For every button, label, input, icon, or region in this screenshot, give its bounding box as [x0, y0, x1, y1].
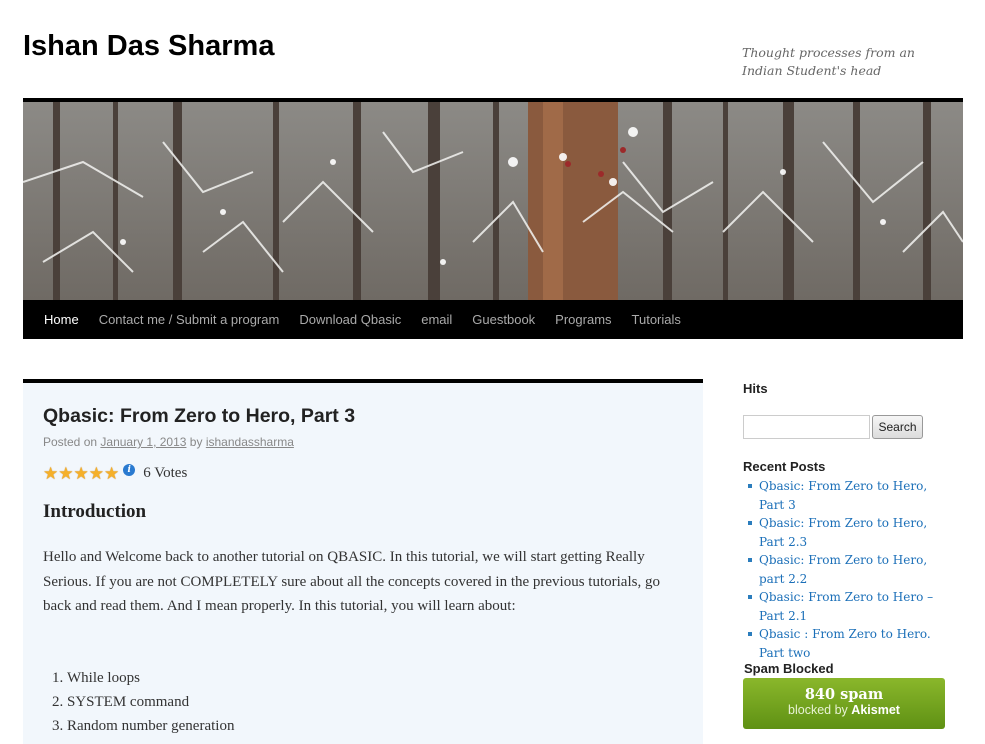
hits-widget-title: Hits: [743, 381, 768, 396]
star-icon[interactable]: ★: [43, 465, 58, 482]
snowy-forest-image: [23, 102, 963, 300]
star-icon[interactable]: ★: [58, 465, 73, 482]
list-item: SYSTEM command: [67, 690, 234, 714]
posted-on-label: Posted on: [43, 435, 98, 449]
votes-count: 6 Votes: [143, 465, 188, 481]
star-icon[interactable]: ★: [74, 465, 89, 482]
nav-home[interactable]: Home: [34, 300, 89, 339]
spam-blocked-by: blocked by Akismet: [743, 703, 945, 717]
star-icon[interactable]: ★: [89, 465, 104, 482]
spam-blocked-title: Spam Blocked: [744, 661, 834, 676]
recent-posts-list: Qbasic: From Zero to Hero, Part 3 Qbasic…: [743, 477, 953, 662]
intro-paragraph: Hello and Welcome back to another tutori…: [43, 549, 660, 614]
post-date-link[interactable]: January 1, 2013: [100, 435, 186, 449]
search-input[interactable]: [743, 415, 870, 439]
topics-list: While loops SYSTEM command Random number…: [67, 666, 234, 738]
nav-tutorials[interactable]: Tutorials: [622, 300, 691, 339]
recent-post-link[interactable]: Qbasic : From Zero to Hero. Part two: [743, 625, 953, 662]
nav-email[interactable]: email: [411, 300, 462, 339]
recent-posts-title: Recent Posts: [743, 459, 826, 474]
info-icon[interactable]: i: [123, 463, 136, 476]
site-title[interactable]: Ishan Das Sharma: [23, 30, 274, 63]
author-link[interactable]: ishandassharma: [206, 435, 294, 449]
akismet-label: Akismet: [851, 703, 900, 717]
list-item: While loops: [67, 666, 234, 690]
header-image: [23, 98, 963, 300]
by-label: by: [189, 435, 203, 449]
section-heading: Introduction: [43, 501, 147, 522]
blocked-by-label: blocked by: [788, 703, 848, 717]
nav-programs[interactable]: Programs: [545, 300, 621, 339]
spam-count: 840 spam: [804, 686, 884, 703]
nav-contact[interactable]: Contact me / Submit a program: [89, 300, 290, 339]
search-button[interactable]: Search: [872, 415, 923, 439]
recent-post-link[interactable]: Qbasic: From Zero to Hero, part 2.2: [743, 551, 953, 588]
recent-post-link[interactable]: Qbasic: From Zero to Hero, Part 3: [743, 477, 953, 514]
main-nav: Home Contact me / Submit a program Downl…: [23, 300, 963, 339]
list-item: Random number generation: [67, 714, 234, 738]
rating-widget: ★ ★ ★ ★ ★ i 6 Votes: [43, 463, 188, 482]
recent-post-link[interactable]: Qbasic: From Zero to Hero – Part 2.1: [743, 588, 953, 625]
post: Qbasic: From Zero to Hero, Part 3 Posted…: [23, 379, 703, 744]
star-icon[interactable]: ★: [104, 465, 119, 482]
post-meta: Posted on January 1, 2013 by ishandassha…: [43, 435, 294, 449]
nav-guestbook[interactable]: Guestbook: [462, 300, 545, 339]
akismet-badge[interactable]: 840 spam blocked by Akismet: [743, 678, 945, 729]
site-description: Thought processes from an Indian Student…: [742, 45, 915, 78]
nav-download-qbasic[interactable]: Download Qbasic: [289, 300, 411, 339]
post-title[interactable]: Qbasic: From Zero to Hero, Part 3: [43, 405, 355, 428]
recent-post-link[interactable]: Qbasic: From Zero to Hero, Part 2.3: [743, 514, 953, 551]
